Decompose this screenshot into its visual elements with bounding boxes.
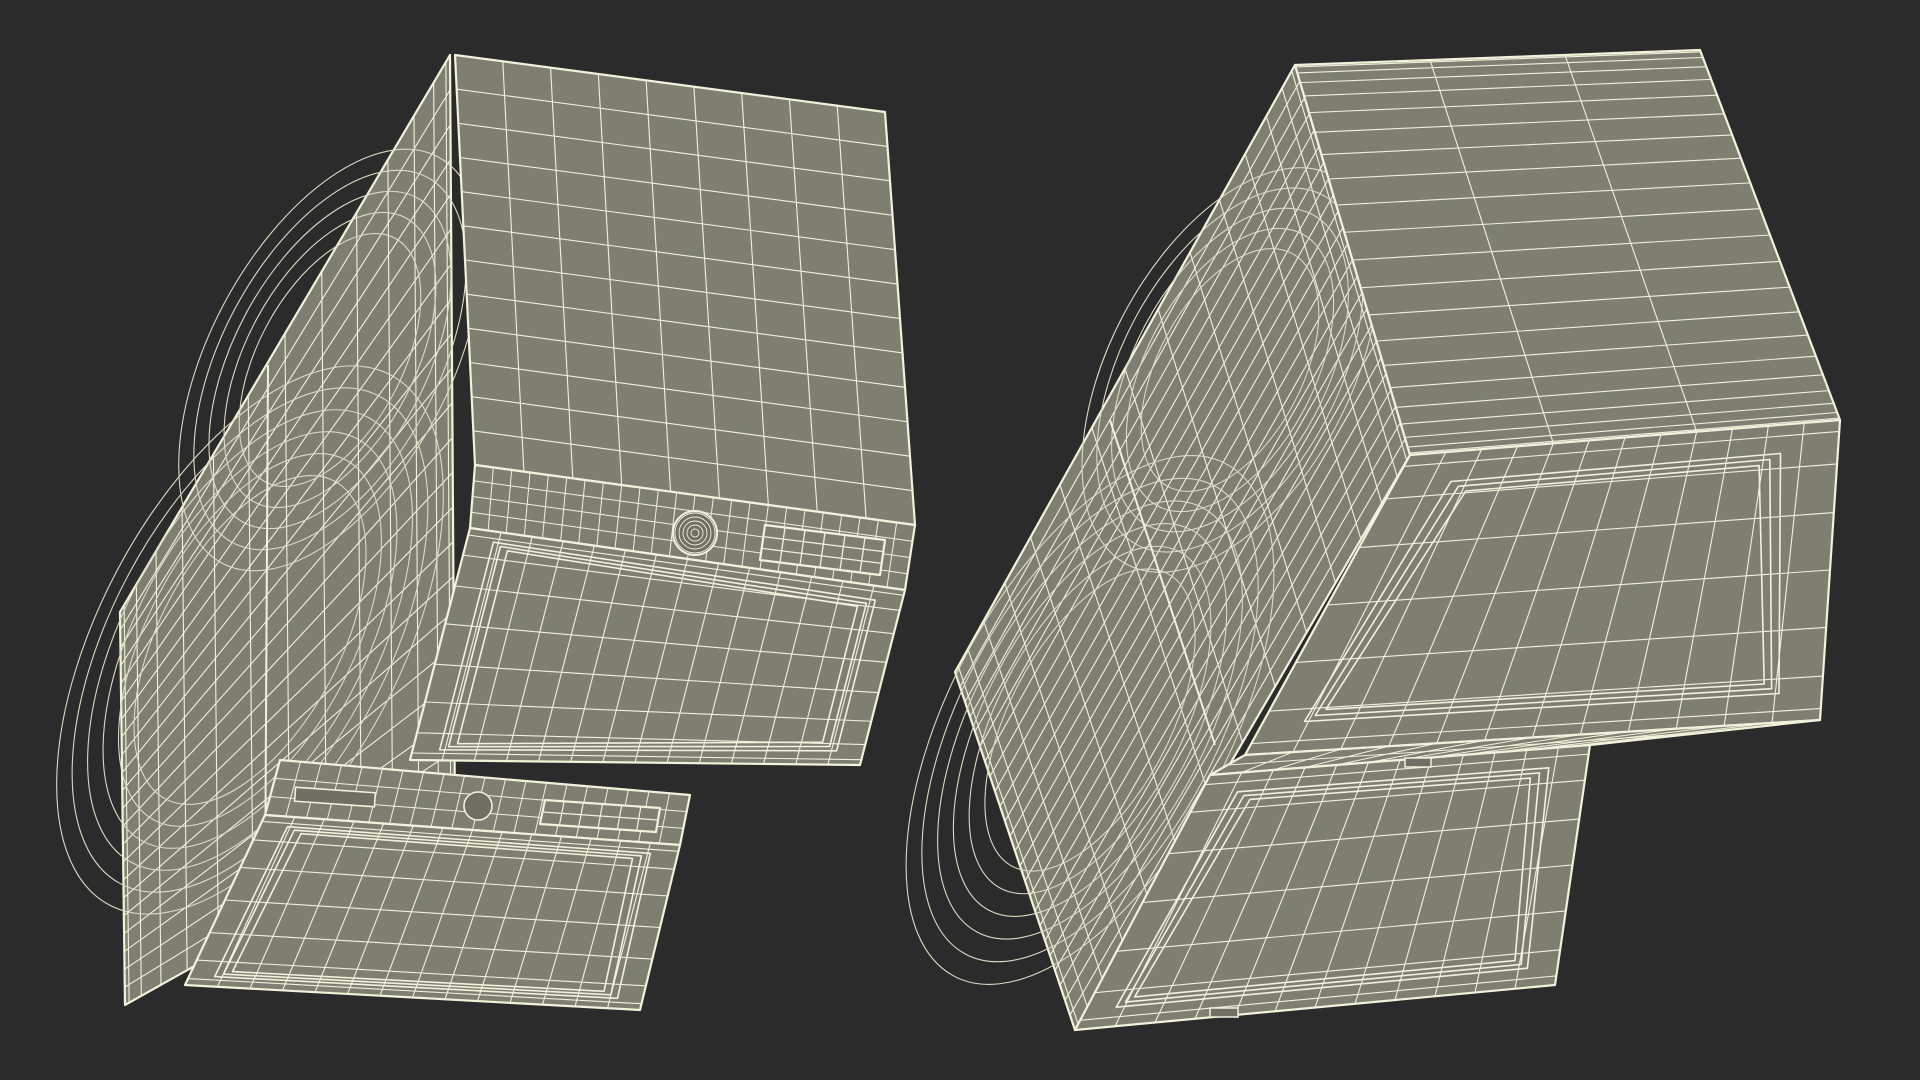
left-control-knob: [672, 510, 718, 556]
right-foot: [1404, 757, 1432, 768]
render-viewport: [0, 0, 1920, 1080]
left-lower-knob: [463, 791, 493, 821]
right-foot: [1209, 1007, 1239, 1018]
left-top-face: [453, 53, 917, 527]
